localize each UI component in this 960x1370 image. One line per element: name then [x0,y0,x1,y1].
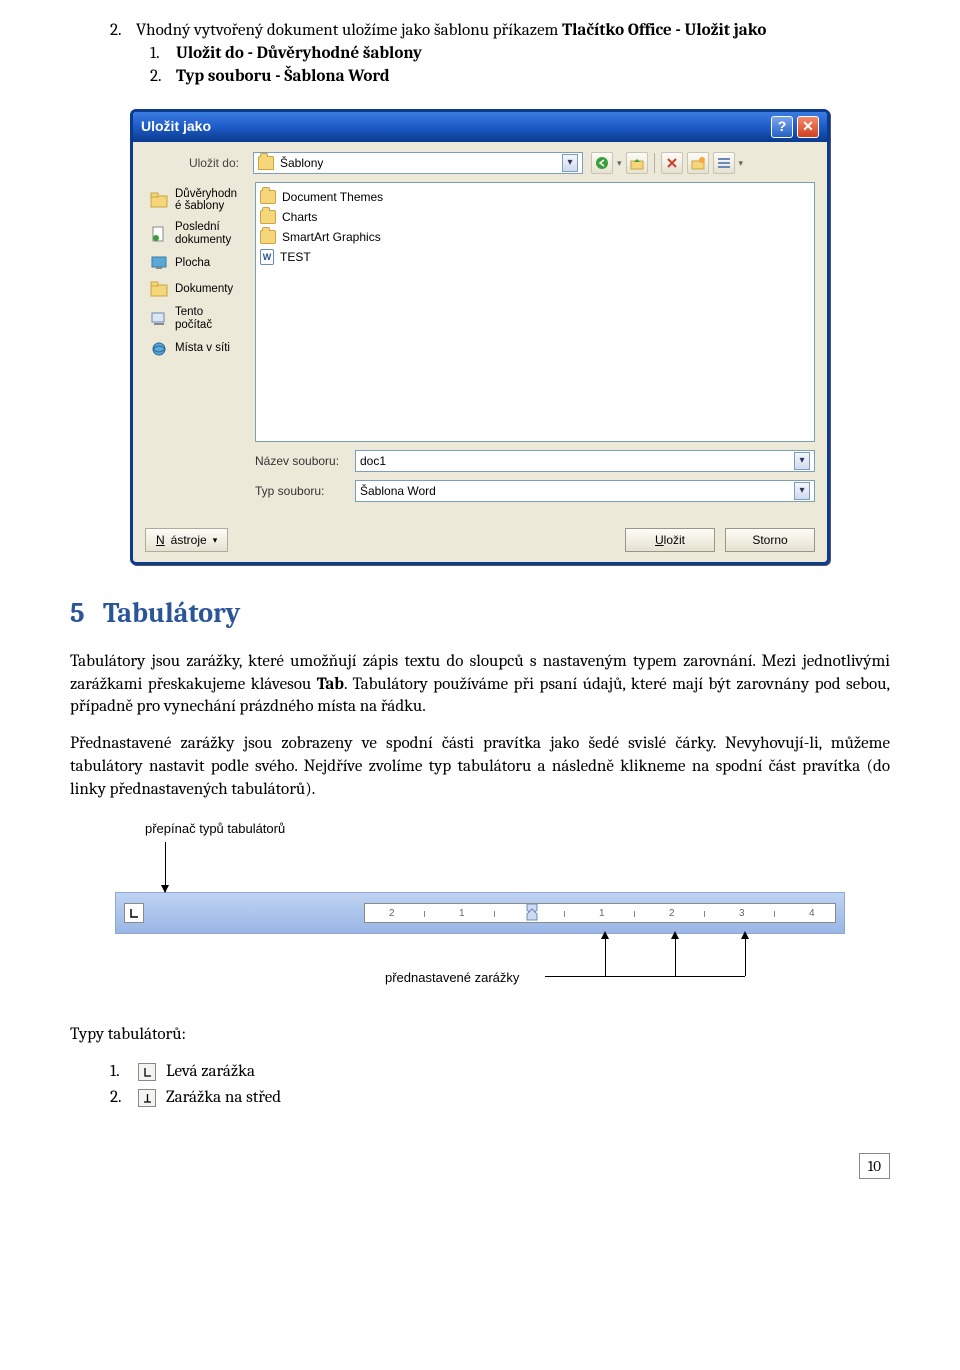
filetype-dropdown[interactable]: Šablona Word ▾ [355,480,815,502]
text: Vhodný vytvořený dokument uložíme jako š… [136,20,766,43]
views-button[interactable] [713,152,735,174]
network-icon [149,340,169,358]
dialog-title: Uložit jako [141,117,767,136]
indent-marker[interactable] [525,903,539,923]
sub-item-1: 1. Uložit do - Důvěryhodné šablony [110,43,890,66]
tab-type-item: 2. Zarážka na střed [110,1087,890,1110]
save-to-dropdown[interactable]: Šablony ▾ [253,152,583,174]
figure-label-1: přepínač typů tabulátorů [145,820,845,838]
delete-button[interactable] [661,152,683,174]
list-item[interactable]: SmartArt Graphics [260,227,810,247]
sidebar-item-network[interactable]: Místa v síti [145,336,255,362]
list-item[interactable]: TEST [260,247,810,267]
places-sidebar: Důvěryhodn é šablony Poslední dokumenty … [145,182,255,442]
ruler-figure: přepínač typů tabulátorů 2 1 1 2 3 4 [115,820,845,994]
folder-icon [149,280,169,298]
tab-types-heading: Typy tabulátorů: [70,1024,890,1047]
folder-icon [260,210,276,224]
tools-button[interactable]: Nástroje ▾ [145,528,228,552]
chevron-down-icon[interactable]: ▾ [794,452,810,470]
folder-icon [258,156,274,170]
folder-icon [149,191,169,209]
sidebar-item-computer[interactable]: Tento počítač [145,302,255,335]
word-file-icon [260,249,274,265]
arrow-up-icon [675,934,676,976]
save-to-label: Uložit do: [145,155,245,171]
center-tab-icon [138,1089,156,1107]
num: 2. [110,20,128,43]
sidebar-item-documents[interactable]: Dokumenty [145,276,255,302]
ruler-bar: 2 1 1 2 3 4 [115,892,845,934]
folder-icon [260,230,276,244]
file-list[interactable]: Document Themes Charts SmartArt Graphics… [255,182,815,442]
list-item[interactable]: Charts [260,207,810,227]
dialog-toolbar: ▾ ▾ [591,152,743,174]
folder-icon [260,190,276,204]
figure-label-2: přednastavené zarážky [385,969,519,987]
list-item[interactable]: Document Themes [260,187,810,207]
left-tab-icon [138,1063,156,1081]
filename-label: Název souboru: [255,453,355,469]
sub-item-2: 2. Typ souboru - Šablona Word [110,66,890,89]
sidebar-item-desktop[interactable]: Plocha [145,250,255,276]
sidebar-item-recent[interactable]: Poslední dokumenty [145,217,255,250]
tab-type-selector[interactable] [124,903,144,923]
new-folder-button[interactable] [687,152,709,174]
up-folder-button[interactable] [626,152,648,174]
save-button[interactable]: Uložit [625,528,715,552]
paragraph: Tabulátory jsou zarážky, které umožňují … [70,651,890,720]
page-number: 10 [859,1153,890,1179]
filename-input[interactable]: doc1 ▾ [355,450,815,472]
ruler[interactable]: 2 1 1 2 3 4 [364,903,836,923]
section-heading: 5 Tabulátory [70,595,890,633]
chevron-down-icon[interactable]: ▾ [794,482,810,500]
back-button[interactable] [591,152,613,174]
recent-icon [149,225,169,243]
filetype-label: Typ souboru: [255,483,355,499]
arrow-up-icon [745,934,746,976]
help-button[interactable]: ? [771,116,793,138]
tab-type-item: 1. Levá zarážka [110,1061,890,1084]
dialog-titlebar[interactable]: Uložit jako ? ✕ [133,112,827,142]
arrow-up-icon [605,934,606,976]
computer-icon [149,310,169,328]
paragraph: Přednastavené zarážky jsou zobrazeny ve … [70,733,890,802]
close-button[interactable]: ✕ [797,116,819,138]
doc-line-2: 2. Vhodný vytvořený dokument uložíme jak… [110,20,890,43]
cancel-button[interactable]: Storno [725,528,815,552]
chevron-down-icon[interactable]: ▾ [562,154,578,172]
save-as-dialog: Uložit jako ? ✕ Uložit do: Šablony ▾ ▾ [130,109,830,565]
desktop-icon [149,254,169,272]
arrow-down-icon [165,842,166,892]
sidebar-item-trusted-templates[interactable]: Důvěryhodn é šablony [145,184,255,217]
